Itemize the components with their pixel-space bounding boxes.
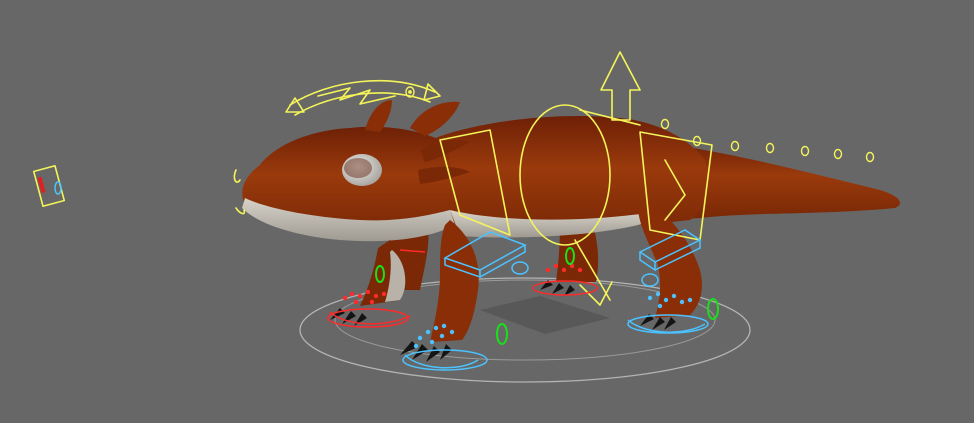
head-horn-front: [365, 100, 392, 132]
cog-up-arrow[interactable]: [600, 51, 641, 121]
tail-control-7[interactable]: [865, 151, 875, 163]
tail-control-4[interactable]: [765, 142, 775, 154]
3d-viewport[interactable]: [0, 0, 974, 423]
head-control-zigzag[interactable]: [317, 87, 396, 105]
front-near-leg: [430, 220, 479, 342]
ground-shadow: [480, 296, 610, 334]
left-shoulder-ball[interactable]: [511, 261, 529, 275]
head-pivot-2[interactable]: [408, 90, 412, 94]
pole-vector-front-left[interactable]: [496, 323, 508, 345]
head-horn-back: [410, 101, 460, 136]
tail-control-3[interactable]: [730, 140, 740, 152]
tail-control-6[interactable]: [833, 148, 843, 160]
tail-control-1[interactable]: [660, 118, 670, 130]
side-view-gizmo[interactable]: [32, 164, 66, 208]
head-control-arrow-left[interactable]: [285, 97, 305, 113]
left-hip-ball[interactable]: [641, 273, 659, 287]
viewport-scene[interactable]: [0, 0, 974, 423]
head-control-arrow-right[interactable]: [423, 83, 441, 101]
jaw-control[interactable]: [233, 169, 241, 183]
tail-control-2[interactable]: [692, 135, 702, 147]
lizard-eye-socket: [344, 158, 372, 178]
tail-control-5[interactable]: [800, 145, 810, 157]
